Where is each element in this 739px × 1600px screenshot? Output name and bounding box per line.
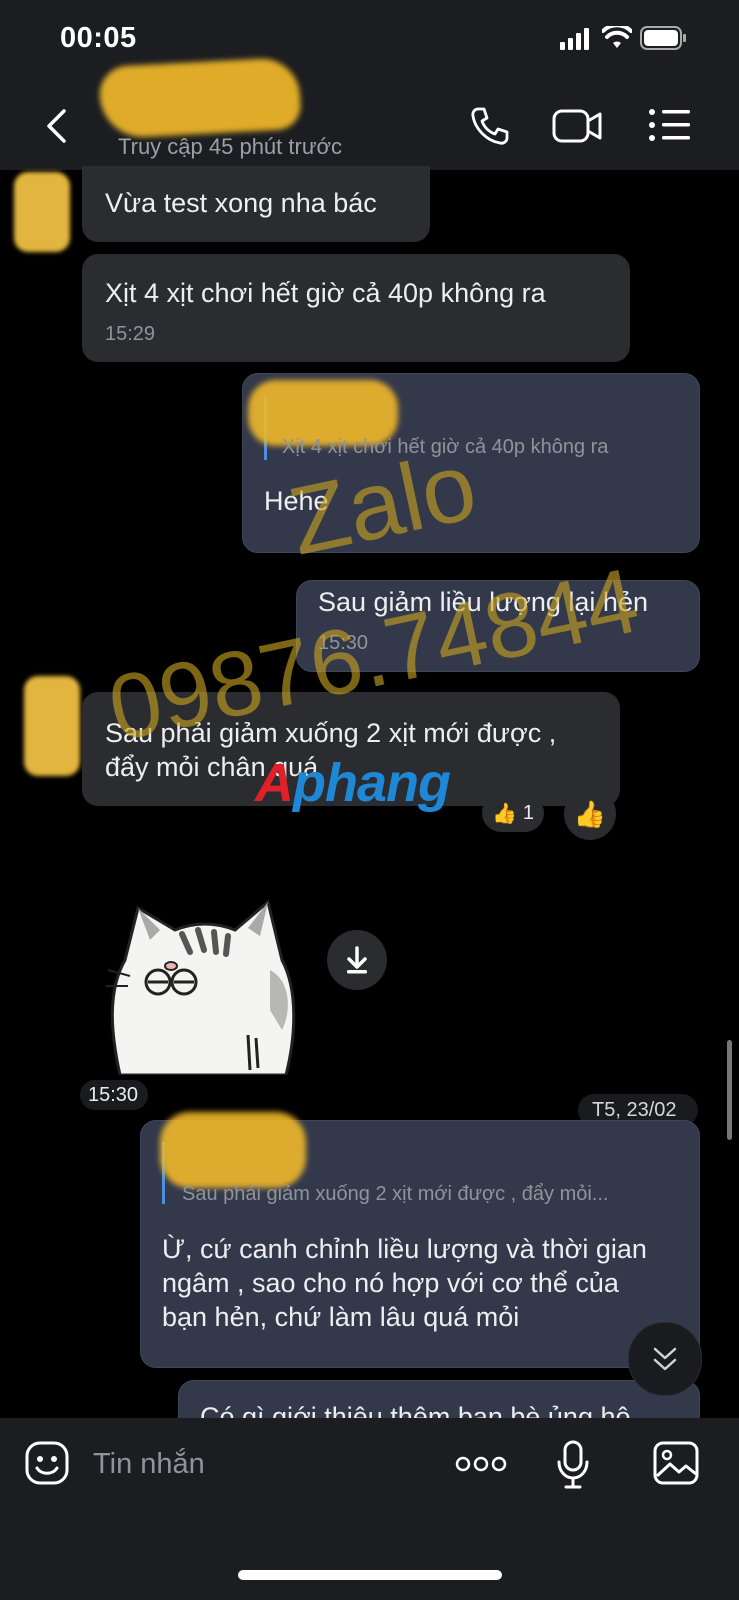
sticker-emoji-icon[interactable] <box>24 1440 70 1486</box>
quote-text: Sau phải giảm xuống 2 xịt mới được , đẩy… <box>182 1183 609 1205</box>
signal-icon <box>560 28 589 50</box>
message-time: 15:30 <box>88 1084 139 1106</box>
thumbs-up-icon: 👍 <box>491 802 517 825</box>
scrollbar[interactable] <box>727 1040 732 1140</box>
more-options-icon[interactable] <box>454 1454 508 1474</box>
scroll-to-bottom-button[interactable] <box>628 1322 702 1396</box>
double-chevron-down-icon <box>653 1347 677 1371</box>
reaction-badge[interactable]: 👍 1 <box>482 794 544 832</box>
wifi-icon <box>602 26 632 48</box>
message-input[interactable]: Tin nhắn <box>93 1448 205 1481</box>
video-call-icon[interactable] <box>552 106 604 146</box>
home-indicator[interactable] <box>238 1570 502 1580</box>
battery-icon <box>640 26 686 50</box>
download-button[interactable] <box>327 930 387 990</box>
image-gallery-icon[interactable] <box>652 1440 700 1486</box>
brand-watermark: Aphang <box>255 753 451 813</box>
download-icon <box>347 946 367 974</box>
contact-name-redacted[interactable] <box>98 56 302 140</box>
quote-name-redacted <box>160 1112 306 1188</box>
message-text-line3: bạn hẻn, chứ làm lâu quá mỏi <box>162 1302 520 1332</box>
message-text: Xịt 4 xịt chơi hết giờ cả 40p không ra <box>105 278 546 308</box>
message-text-line2: ngâm , sao cho nó hợp với cơ thể của <box>162 1268 619 1298</box>
back-icon[interactable] <box>44 108 70 144</box>
date-label: T5, 23/02 <box>592 1099 677 1121</box>
add-reaction-button[interactable]: 👍 <box>564 788 616 840</box>
avatar[interactable] <box>24 676 80 776</box>
cat-sticker[interactable] <box>100 890 300 1075</box>
microphone-icon[interactable] <box>556 1440 590 1490</box>
phone-icon[interactable] <box>470 106 510 146</box>
thumbs-up-icon: 👍 <box>573 798 607 829</box>
message-text-line1: Ừ, cứ canh chỉnh liều lượng và thời gian <box>162 1234 647 1264</box>
status-time: 00:05 <box>60 22 137 54</box>
last-seen-status: Truy cập 45 phút trước <box>118 134 342 159</box>
avatar[interactable] <box>14 172 70 252</box>
message-time: 15:29 <box>105 323 156 345</box>
message-text: Vừa test xong nha bác <box>105 188 377 218</box>
menu-icon[interactable] <box>648 108 690 142</box>
quote-text: Xịt 4 xịt chơi hết giờ cả 40p không ra <box>282 436 609 458</box>
reaction-count: 1 <box>522 801 535 824</box>
